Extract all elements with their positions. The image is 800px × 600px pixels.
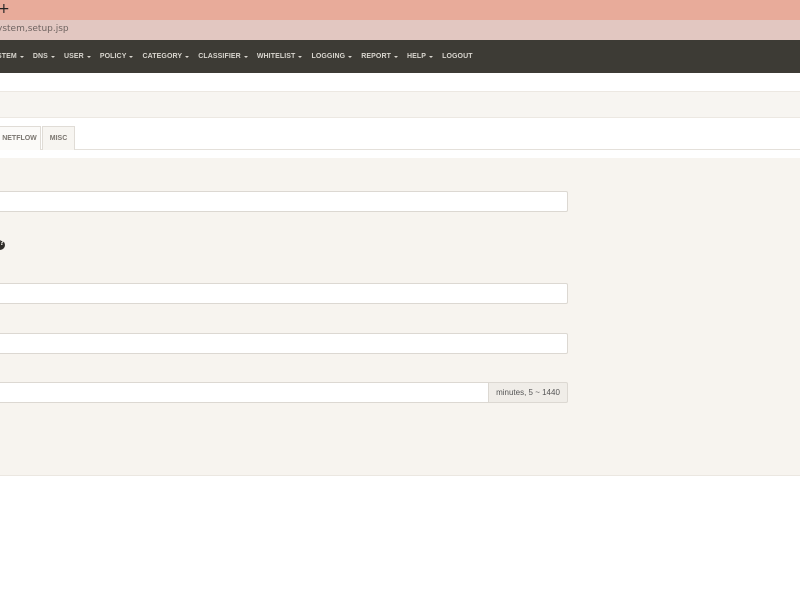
caret-down-icon (298, 55, 303, 58)
caret-down-icon (86, 55, 91, 58)
nav-item-label: DNS (32, 53, 48, 60)
nav-item-report[interactable]: REPORT (361, 53, 398, 60)
caret-down-icon (429, 55, 434, 58)
nav-item-policy[interactable]: POLICY (100, 53, 134, 60)
nav-item-logging[interactable]: LOGGING (311, 53, 353, 60)
url-text: ystem,setup.jsp (0, 24, 69, 34)
browser-tab-strip: + (0, 0, 800, 20)
nav-item-user[interactable]: USER (64, 53, 91, 60)
tab-netflow[interactable]: NETFLOW (0, 126, 41, 150)
minutes-range-addon: minutes, 5 ~ 1440 (488, 382, 568, 403)
interval-minutes-input[interactable] (0, 382, 489, 403)
new-tab-button[interactable]: + (0, 1, 10, 17)
tab-misc[interactable]: MISC (42, 126, 75, 150)
nav-item-label: USER (63, 53, 84, 60)
nav-item-label: POLICY (99, 53, 127, 60)
nav-item-classifier[interactable]: CLASSIFIER (198, 53, 248, 60)
nav-item-logout[interactable]: LOGOUT (442, 53, 473, 60)
nav-item-label: WHITELIST (256, 53, 296, 60)
caret-down-icon (393, 55, 398, 58)
main-navbar: STEM DNS USER POLICY CATEGORY CLASSIFIER WHITE… (0, 40, 800, 73)
nav-item-whitelist[interactable]: WHITELIST (257, 53, 303, 60)
nav-item-label: CLASSIFIER (198, 53, 241, 60)
nav-item-label: CATEGORY (142, 53, 183, 60)
caret-down-icon (185, 55, 190, 58)
breadcrumb-bar (0, 91, 800, 118)
tabs-bar: NETFLOW MISC (0, 118, 800, 150)
nav-item-label: STEM (0, 53, 17, 60)
setting-input-2[interactable] (0, 283, 568, 304)
address-bar[interactable]: ystem,setup.jsp (0, 20, 800, 40)
setting-input-1[interactable] (0, 191, 568, 212)
nav-item-dns[interactable]: DNS (33, 53, 55, 60)
nav-item-label: REPORT (361, 53, 391, 60)
nav-menu: STEM DNS USER POLICY CATEGORY CLASSIFIER WHITE… (0, 40, 482, 73)
nav-item-stem[interactable]: STEM (0, 53, 24, 60)
caret-down-icon (50, 55, 55, 58)
header-spacer (0, 73, 800, 91)
nav-item-label: LOGGING (311, 53, 346, 60)
caret-down-icon (348, 55, 353, 58)
setting-input-3[interactable] (0, 333, 568, 354)
caret-down-icon (19, 55, 24, 58)
nav-item-label: LOGOUT (442, 53, 473, 60)
caret-down-icon (129, 55, 134, 58)
nav-item-category[interactable]: CATEGORY (142, 53, 190, 60)
caret-down-icon (243, 55, 248, 58)
nav-item-help[interactable]: HELP (406, 53, 434, 60)
nav-item-label: HELP (406, 53, 427, 60)
